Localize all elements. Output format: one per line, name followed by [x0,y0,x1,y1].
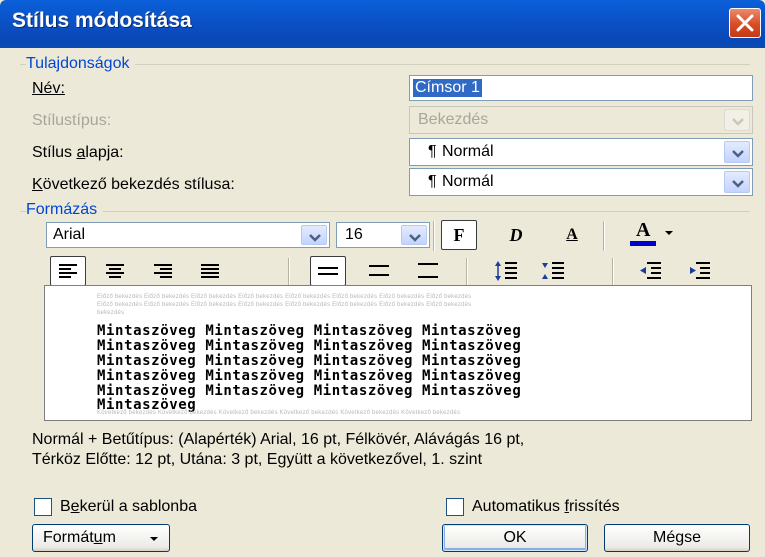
font-color-button[interactable]: A [616,218,686,248]
style-type-dropdown-button[interactable] [724,109,750,131]
underline-icon: A [566,226,578,243]
preview-sample-line: Mintaszöveg Mintaszöveg Mintaszöveg Mint… [97,353,522,369]
chevron-down-icon [732,150,744,158]
based-on-paragraph-icon: ¶ [428,143,437,160]
close-icon [736,14,754,32]
next-style-combo[interactable]: ¶ Normál [409,168,753,196]
space-after-icon [542,262,564,279]
italic-button[interactable]: D [498,220,534,250]
name-label: Név: [32,80,65,97]
justify-button[interactable] [192,256,228,286]
underline-button[interactable]: A [554,220,590,250]
space-after-button[interactable] [535,256,571,286]
font-value: Arial [53,226,86,243]
toolbar-separator [466,258,467,286]
preview-previous-text: Előző bekezdés Előző bekezdés Előző beke… [97,302,472,308]
style-preview: Előző bekezdés Előző bekezdés Előző beke… [44,285,752,421]
format-menu-button[interactable]: Formátum [32,524,170,552]
next-style-paragraph-icon: ¶ [428,173,437,190]
based-on-value: Normál [442,143,494,160]
preview-sample-line: Mintaszöveg Mintaszöveg Mintaszöveg Mint… [97,338,522,354]
align-center-icon [106,264,124,278]
title-bar: Stílus módosítása [0,0,765,48]
based-on-label: Stílus alapja: [32,144,124,161]
ok-button[interactable]: OK [442,524,588,552]
chevron-down-icon [732,180,744,188]
preview-previous-text: Előző bekezdés Előző bekezdés Előző beke… [97,294,472,300]
toolbar-separator [603,221,604,251]
double-spacing-button[interactable] [410,256,446,286]
name-field[interactable]: Címsor 1 [409,75,753,101]
dropdown-arrow-icon [150,537,158,541]
decrease-indent-icon [640,262,661,279]
one-half-spacing-button[interactable] [361,256,397,286]
window-title: Stílus módosítása [12,9,192,32]
next-style-label: Következő bekezdés stílusa: [32,176,235,193]
toolbar-separator [433,221,434,251]
increase-indent-icon [690,262,710,279]
font-dropdown-button[interactable] [301,225,327,245]
font-size-combo[interactable]: 16 [336,222,430,248]
style-type-label: Stílustípus: [32,112,112,129]
decrease-indent-button[interactable] [632,256,668,286]
formatting-group-label: Formázás [26,201,104,219]
font-color-icon: A [628,219,658,247]
ok-label: OK [503,529,527,546]
toolbar-separator [288,258,289,286]
modify-style-dialog: Stílus módosítása Tulajdonságok Név: Cím… [0,0,765,557]
cancel-button[interactable]: Mégse [604,524,750,552]
align-center-button[interactable] [97,256,133,286]
space-before-icon [495,261,517,281]
chevron-down-icon [309,234,321,242]
align-left-button[interactable] [50,256,86,286]
auto-update-checkbox[interactable] [446,498,464,516]
double-spacing-icon [418,263,438,278]
bold-icon: F [453,224,465,245]
one-half-spacing-icon [369,265,389,276]
justify-icon [201,264,219,278]
bold-button[interactable]: F [441,220,477,250]
align-left-icon [59,264,77,278]
single-spacing-icon [318,267,338,275]
preview-previous-text: bekezdés [97,310,125,316]
font-size-dropdown-button[interactable] [401,225,427,245]
next-style-dropdown-button[interactable] [724,171,750,193]
next-style-value: Normál [442,173,494,190]
space-before-button[interactable] [488,256,524,286]
close-button[interactable] [729,8,761,38]
name-value: Címsor 1 [413,79,482,97]
chevron-down-icon [409,234,421,242]
formatting-divider [20,211,750,212]
auto-update-label: Automatikus frissítés [472,498,620,515]
font-size-value: 16 [345,226,363,243]
style-type-combo[interactable]: Bekezdés [409,106,753,134]
based-on-combo[interactable]: ¶ Normál [409,138,753,166]
style-description-line: Normál + Betűtípus: (Alapérték) Arial, 1… [32,431,525,448]
increase-indent-button[interactable] [681,256,717,286]
cancel-label: Mégse [652,529,702,546]
style-description-line: Térköz Előtte: 12 pt, Utána: 3 pt, Együt… [32,451,483,468]
add-to-template-checkbox[interactable] [34,498,52,516]
font-combo[interactable]: Arial [46,222,330,248]
based-on-dropdown-button[interactable] [724,141,750,163]
toolbar-separator [612,258,613,286]
dropdown-arrow-icon [665,231,673,235]
preview-sample-line: Mintaszöveg Mintaszöveg Mintaszöveg Mint… [97,323,522,339]
style-type-value: Bekezdés [418,111,489,128]
single-spacing-button[interactable] [310,256,346,286]
preview-sample-line: Mintaszöveg Mintaszöveg Mintaszöveg Mint… [97,368,522,384]
add-to-template-label: Bekerül a sablonba [60,498,197,515]
chevron-down-icon [732,118,744,126]
italic-icon: D [509,224,523,245]
preview-next-text: Következő bekezdés Következő bekezdés Kö… [97,410,461,416]
align-right-icon [154,264,172,278]
align-right-button[interactable] [145,256,181,286]
properties-group-label: Tulajdonságok [26,55,136,73]
